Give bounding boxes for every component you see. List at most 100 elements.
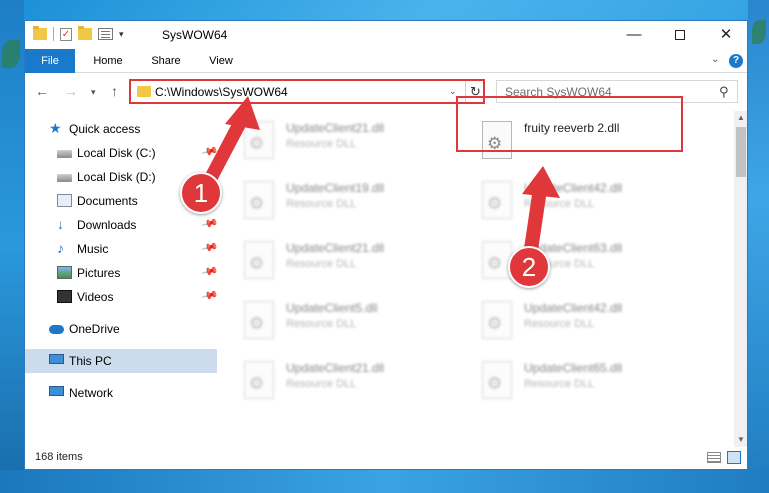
step-badge-2: 2 bbox=[508, 246, 550, 288]
title-bar: ✓ ▾ SysWOW64 — ✕ bbox=[25, 21, 747, 49]
sidebar-item-label: Quick access bbox=[69, 122, 141, 136]
maximize-button[interactable] bbox=[657, 21, 703, 49]
gear-icon: ⚙ bbox=[249, 254, 265, 273]
file-type: Resource DLL bbox=[286, 258, 357, 270]
file-item[interactable]: ⚙ UpdateClient63.dll Resource DLL bbox=[472, 233, 702, 289]
file-item[interactable]: ⚙ UpdateClient65.dll Resource DLL bbox=[472, 353, 702, 409]
pin-icon[interactable]: 📌 bbox=[201, 238, 219, 256]
up-arrow-icon[interactable]: ↑ bbox=[111, 83, 118, 99]
pin-icon[interactable]: 📌 bbox=[201, 262, 219, 280]
ribbon-tabs: File Home Share View ⌄ ? bbox=[25, 49, 747, 73]
new-folder-icon[interactable] bbox=[78, 26, 92, 40]
file-explorer-window: ✓ ▾ SysWOW64 — ✕ File Home Share View ⌄ … bbox=[24, 20, 748, 470]
expand-ribbon-chevron-down-icon[interactable]: ⌄ bbox=[711, 54, 719, 65]
sidebar-item-music[interactable]: ♪ Music 📌 bbox=[25, 237, 219, 261]
cloud-icon bbox=[49, 325, 64, 334]
scrollbar-thumb[interactable] bbox=[736, 127, 746, 177]
vertical-scrollbar[interactable]: ▲ ▼ bbox=[734, 111, 747, 447]
quick-access-toolbar: ✓ ▾ bbox=[33, 26, 124, 41]
sidebar-item-label: OneDrive bbox=[69, 322, 120, 336]
close-button[interactable]: ✕ bbox=[703, 21, 747, 49]
videos-icon bbox=[57, 290, 72, 303]
file-item[interactable]: ⚙ UpdateClient19.dll Resource DLL bbox=[234, 173, 464, 229]
tab-share[interactable]: Share bbox=[143, 49, 189, 73]
file-type: Resource DLL bbox=[524, 318, 595, 330]
minimize-button[interactable]: — bbox=[611, 21, 657, 49]
sidebar-item-onedrive[interactable]: OneDrive bbox=[25, 317, 217, 341]
sidebar-item-this-pc[interactable]: This PC bbox=[25, 349, 217, 373]
tab-home[interactable]: Home bbox=[85, 49, 131, 73]
file-item[interactable]: ⚙ UpdateClient21.dll Resource DLL bbox=[234, 353, 464, 409]
dll-file-icon: ⚙ bbox=[244, 121, 274, 159]
gear-icon: ⚙ bbox=[487, 254, 503, 273]
file-item[interactable]: ⚙ UpdateClient42.dll Resource DLL bbox=[472, 173, 702, 229]
file-item[interactable]: ⚙ UpdateClient21.dll Resource DLL bbox=[234, 233, 464, 289]
search-icon[interactable]: ⚲ bbox=[719, 84, 729, 100]
file-name: UpdateClient21.dll bbox=[286, 241, 385, 255]
maximize-icon bbox=[675, 30, 685, 41]
gear-icon: ⚙ bbox=[487, 374, 503, 393]
music-icon: ♪ bbox=[57, 240, 64, 256]
large-icons-view-icon[interactable] bbox=[727, 451, 741, 464]
file-name: UpdateClient42.dll bbox=[524, 181, 623, 195]
gear-icon: ⚙ bbox=[249, 314, 265, 333]
recent-locations-chevron-down-icon[interactable]: ▾ bbox=[91, 87, 96, 98]
gear-icon: ⚙ bbox=[249, 194, 265, 213]
file-item[interactable]: ⚙ UpdateClient5.dll Resource DLL bbox=[234, 293, 464, 349]
file-type: Resource DLL bbox=[286, 198, 357, 210]
sidebar-item-downloads[interactable]: ↓ Downloads 📌 bbox=[25, 213, 219, 237]
file-name: UpdateClient21.dll bbox=[286, 361, 385, 375]
sidebar-item-label: Pictures bbox=[77, 266, 121, 280]
file-type: Resource DLL bbox=[286, 318, 357, 330]
sidebar-item-network[interactable]: Network bbox=[25, 381, 217, 405]
desktop-background-left bbox=[0, 0, 24, 493]
palm-leaf-decoration bbox=[2, 40, 20, 68]
file-item[interactable]: ⚙ UpdateClient21.dll Resource DLL bbox=[234, 113, 464, 169]
file-list: ⚙ UpdateClient21.dll Resource DLL ⚙ frui… bbox=[228, 111, 734, 447]
pin-icon[interactable]: 📌 bbox=[201, 214, 219, 232]
pin-icon[interactable]: 📌 bbox=[201, 142, 219, 160]
file-item[interactable]: ⚙ UpdateClient42.dll Resource DLL bbox=[472, 293, 702, 349]
details-view-icon[interactable] bbox=[707, 452, 721, 463]
properties-check-icon[interactable]: ✓ bbox=[60, 27, 72, 41]
gear-icon: ⚙ bbox=[249, 374, 265, 393]
sidebar-item-label: Local Disk (D:) bbox=[77, 170, 156, 184]
tab-view[interactable]: View bbox=[201, 49, 241, 73]
step-badge-1: 1 bbox=[180, 172, 222, 214]
dll-file-icon: ⚙ bbox=[244, 181, 274, 219]
sidebar-item-label: Local Disk (C:) bbox=[77, 146, 156, 160]
view-properties-icon[interactable] bbox=[98, 28, 113, 40]
desktop-background-right bbox=[748, 0, 769, 493]
dll-file-icon: ⚙ bbox=[244, 361, 274, 399]
sidebar-item-label: Network bbox=[69, 386, 114, 400]
sidebar-item-pictures[interactable]: Pictures 📌 bbox=[25, 261, 219, 285]
tab-file[interactable]: File bbox=[25, 49, 75, 73]
sidebar-item-local-disk-c[interactable]: Local Disk (C:) 📌 bbox=[25, 141, 219, 165]
back-arrow-icon[interactable]: ← bbox=[35, 83, 49, 99]
help-icon[interactable]: ? bbox=[729, 54, 743, 68]
folder-icon bbox=[137, 86, 151, 97]
sidebar-item-label: Documents bbox=[77, 194, 138, 208]
drive-icon bbox=[57, 150, 72, 158]
file-type: Resource DLL bbox=[524, 378, 595, 390]
sidebar-item-label: This PC bbox=[69, 354, 112, 368]
scroll-up-arrow-icon[interactable]: ▲ bbox=[737, 113, 745, 122]
pin-icon[interactable]: 📌 bbox=[201, 286, 219, 304]
dll-file-icon: ⚙ bbox=[244, 301, 274, 339]
file-name: UpdateClient42.dll bbox=[524, 301, 623, 315]
dll-file-icon: ⚙ bbox=[482, 241, 512, 279]
file-type: Resource DLL bbox=[524, 198, 595, 210]
scroll-down-arrow-icon[interactable]: ▼ bbox=[737, 435, 745, 444]
window-title: SysWOW64 bbox=[162, 28, 228, 42]
folder-icon bbox=[33, 26, 47, 40]
file-type: Resource DLL bbox=[286, 378, 357, 390]
file-name: UpdateClient65.dll bbox=[524, 361, 623, 375]
gear-icon: ⚙ bbox=[487, 194, 503, 213]
dll-file-icon: ⚙ bbox=[482, 301, 512, 339]
forward-arrow-icon[interactable]: → bbox=[64, 83, 78, 99]
sidebar-item-videos[interactable]: Videos 📌 bbox=[25, 285, 219, 309]
customize-toolbar-chevron-down-icon[interactable]: ▾ bbox=[119, 29, 124, 40]
sidebar-item-quick-access[interactable]: ★ Quick access bbox=[25, 117, 217, 141]
address-path[interactable]: C:\Windows\SysWOW64 bbox=[155, 85, 288, 99]
address-bar[interactable]: C:\Windows\SysWOW64 ⌄ ↻ bbox=[129, 79, 485, 104]
